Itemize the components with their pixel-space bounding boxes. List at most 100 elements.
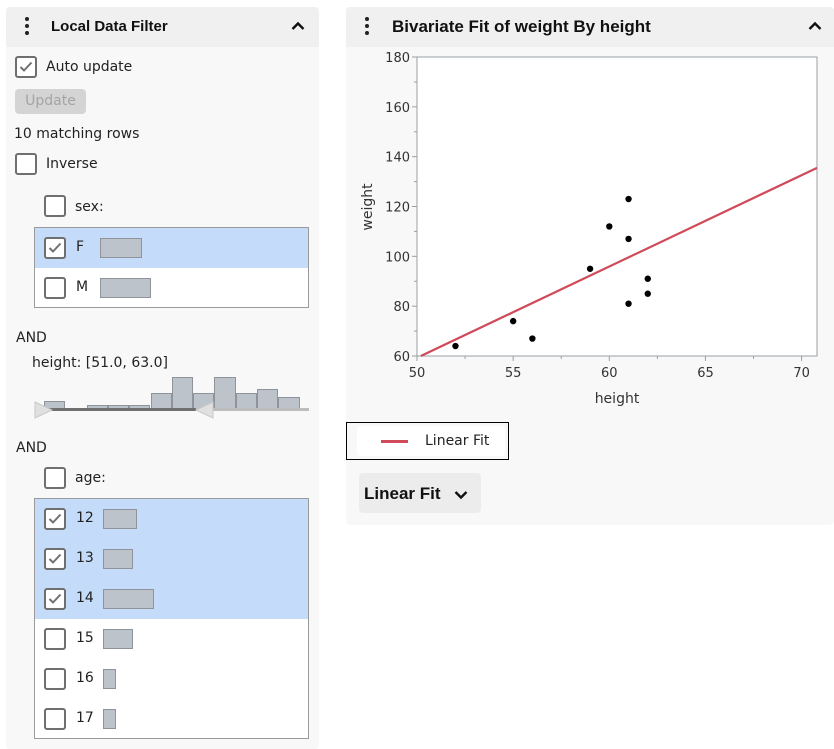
age-12-label: 12 [76,510,94,526]
and-label-2: AND [16,440,47,456]
x-axis-label: height [595,391,640,407]
height-histogram-bar[interactable] [257,389,279,409]
auto-update-checkbox[interactable] [15,56,37,78]
x-tick-label: 60 [601,366,618,381]
height-histogram-bar[interactable] [150,393,172,409]
y-tick-label: 180 [385,51,410,66]
collapse-filter-icon[interactable] [291,21,305,31]
inverse-checkbox[interactable] [15,153,37,175]
age-filter-label: age: [75,470,106,486]
age-17-label: 17 [76,710,94,726]
y-tick-label: 60 [393,350,410,365]
age-filter-checkbox[interactable] [44,467,66,489]
data-point [625,195,632,203]
height-histogram-bar[interactable] [235,393,257,409]
height-filter-label: height: [51.0, 63.0] [32,355,168,371]
age-17-count-bar [103,709,116,729]
x-tick-label: 70 [793,366,810,381]
sex-m-checkbox[interactable] [44,277,66,299]
age-item-14[interactable]: 14 [35,579,308,619]
sex-item-m[interactable]: M [35,268,308,308]
linear-fit-menu-button[interactable]: Linear Fit [359,473,481,513]
data-point [586,265,594,272]
age-15-checkbox[interactable] [44,628,66,650]
x-tick-label: 50 [409,366,426,381]
check-icon [19,61,33,72]
height-histogram-bar[interactable] [214,377,236,409]
matching-rows-text: 10 matching rows [14,126,140,142]
age-13-checkbox[interactable] [44,548,66,570]
height-histogram-bar[interactable] [171,377,194,409]
y-tick-label: 160 [385,101,410,116]
age-16-count-bar [103,669,116,689]
check-icon [48,553,62,564]
data-point [452,342,459,350]
chevron-down-icon [454,491,468,500]
age-15-count-bar [103,629,133,649]
age-listbox: 12 13 14 15 16 17 [34,498,309,739]
y-axis-label: weight [360,183,376,231]
sex-f-count-bar [100,238,142,258]
age-13-label: 13 [76,550,94,566]
filter-menu-icon[interactable] [23,16,31,38]
filter-panel-title: Local Data Filter [51,18,168,35]
check-icon [48,513,62,524]
age-14-label: 14 [76,590,94,606]
age-item-17[interactable]: 17 [35,699,308,739]
data-point [625,300,632,307]
update-button[interactable]: Update [15,89,86,114]
age-14-checkbox[interactable] [44,588,66,610]
age-13-count-bar [103,549,133,569]
age-12-count-bar [103,509,137,529]
fit-legend: Linear Fit [346,422,509,460]
data-point [644,290,651,297]
x-tick-label: 55 [505,366,522,381]
age-12-checkbox[interactable] [44,508,66,530]
age-16-checkbox[interactable] [44,668,66,690]
sex-listbox: F M [34,227,309,308]
y-tick-label: 140 [385,151,410,166]
sex-m-count-bar [100,278,151,298]
plot-area [416,56,818,357]
height-slider-track-selected [44,408,196,411]
linear-fit-menu-label: Linear Fit [364,484,441,503]
sex-f-label: F [76,239,85,255]
sex-item-f[interactable]: F [35,228,308,268]
data-point [644,275,651,282]
height-slider-min-handle[interactable] [34,401,54,419]
data-point [606,223,613,230]
data-point [529,335,536,342]
sex-m-label: M [76,279,89,295]
sex-filter-checkbox[interactable] [44,195,66,217]
filter-panel-header: Local Data Filter [6,7,319,47]
scatter-plot[interactable]: 60 80 100 120 140 160 180 50 55 60 65 70 weight he… [346,40,834,420]
age-14-count-bar [103,589,154,609]
inverse-label: Inverse [46,156,98,172]
report-menu-icon[interactable] [363,16,371,38]
sex-f-checkbox[interactable] [44,237,66,259]
legend-item-linear-fit[interactable]: Linear Fit [357,426,505,456]
y-tick-label: 100 [385,250,410,265]
age-17-checkbox[interactable] [44,708,66,730]
age-item-12[interactable]: 12 [35,499,308,539]
data-point [509,317,517,325]
check-icon [48,242,62,253]
age-16-label: 16 [76,670,94,686]
x-tick-label: 65 [697,366,714,381]
auto-update-label: Auto update [46,59,133,75]
age-item-13[interactable]: 13 [35,539,308,579]
age-item-16[interactable]: 16 [35,659,308,699]
check-icon [48,593,62,604]
age-item-15[interactable]: 15 [35,619,308,659]
y-tick-label: 80 [393,300,410,315]
legend-label: Linear Fit [425,433,490,449]
height-slider-max-handle[interactable] [194,401,214,419]
y-tick-label: 120 [385,201,410,216]
age-15-label: 15 [76,630,94,646]
and-label-1: AND [16,330,47,346]
report-panel-title: Bivariate Fit of weight By height [392,17,651,36]
sex-filter-label: sex: [75,199,104,215]
linear-fit-swatch [381,440,408,443]
data-point [625,235,632,243]
collapse-report-icon[interactable] [808,21,822,31]
